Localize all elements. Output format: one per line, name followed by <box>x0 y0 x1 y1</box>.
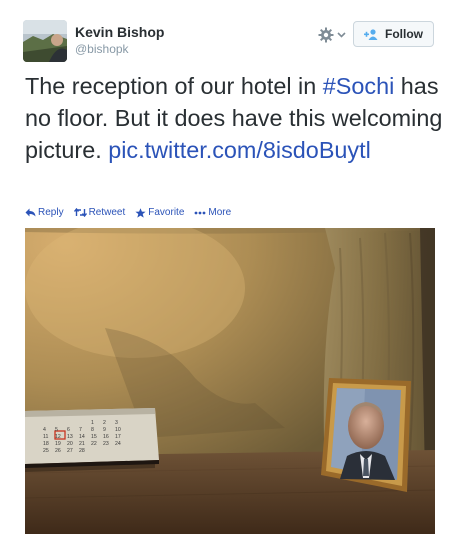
calendar-day: 17 <box>115 434 121 440</box>
tweet-text-part-1: The reception of our hotel in <box>25 73 323 99</box>
more-label: More <box>208 207 232 218</box>
calendar-day: 1 <box>91 420 94 426</box>
tweet-photo[interactable]: 1 2 3 4 5 6 7 8 9 10 11 12 13 14 15 16 17 18 19 20 21 22 23 24 2… <box>25 228 435 534</box>
calendar-day: 5 <box>55 427 58 433</box>
calendar-day: 13 <box>67 434 73 440</box>
tweet-text: The reception of our hotel in #Sochi has… <box>25 70 455 166</box>
pic-link[interactable]: pic.twitter.com/8isdoBuytl <box>108 137 371 163</box>
gear-icon <box>318 27 334 43</box>
calendar-day: 9 <box>103 427 106 433</box>
add-user-icon <box>364 28 378 40</box>
retweet-icon <box>73 208 87 217</box>
more-action[interactable]: More <box>194 207 231 218</box>
calendar-day: 8 <box>91 427 94 433</box>
desk-calendar: 1 2 34 5 6 7 8 9 1011 12 13 14 15 16 1718 19 20 21 22 23 242… <box>25 408 159 468</box>
retweet-action[interactable]: Retweet <box>73 207 126 218</box>
author-handle[interactable]: @bishopk <box>75 42 129 56</box>
reply-label: Reply <box>38 207 64 218</box>
calendar-day: 24 <box>115 441 121 447</box>
calendar-day: 21 <box>79 441 85 447</box>
calendar-day: 27 <box>67 448 73 454</box>
calendar-day: 11 <box>43 434 48 440</box>
avatar[interactable] <box>23 20 67 62</box>
calendar-day: 23 <box>103 441 109 447</box>
calendar-day: 22 <box>91 441 97 447</box>
reply-icon <box>25 208 36 217</box>
portrait-frame <box>321 378 411 492</box>
calendar-day: 16 <box>103 434 109 440</box>
favorite-label: Favorite <box>148 207 185 218</box>
tweet-actions: Reply Retweet Favorite More <box>25 207 231 218</box>
author-name[interactable]: Kevin Bishop <box>75 24 164 40</box>
follow-button[interactable]: Follow <box>353 21 434 47</box>
calendar-day: 15 <box>91 434 97 440</box>
follow-label: Follow <box>385 27 423 41</box>
calendar-day: 10 <box>115 427 121 433</box>
calendar-day: 4 <box>43 427 46 433</box>
favorite-action[interactable]: Favorite <box>135 207 184 218</box>
calendar-day: 2 <box>103 420 106 426</box>
calendar-day: 7 <box>79 427 82 433</box>
retweet-label: Retweet <box>88 207 126 218</box>
calendar-day: 18 <box>43 441 49 447</box>
calendar-day: 19 <box>55 441 61 447</box>
user-actions-menu[interactable] <box>318 24 350 46</box>
calendar-day: 3 <box>115 420 118 426</box>
calendar-day: 12 <box>55 434 61 440</box>
chevron-down-icon <box>337 32 346 38</box>
calendar-day: 14 <box>79 434 85 440</box>
hashtag-link[interactable]: #Sochi <box>323 73 395 99</box>
calendar-day: 28 <box>79 448 85 454</box>
calendar-day: 25 <box>43 448 49 454</box>
calendar-day: 26 <box>55 448 61 454</box>
reply-action[interactable]: Reply <box>25 207 64 218</box>
more-icon <box>194 211 206 214</box>
calendar-day: 20 <box>67 441 73 447</box>
star-icon <box>135 207 146 218</box>
calendar-day: 6 <box>67 427 70 433</box>
